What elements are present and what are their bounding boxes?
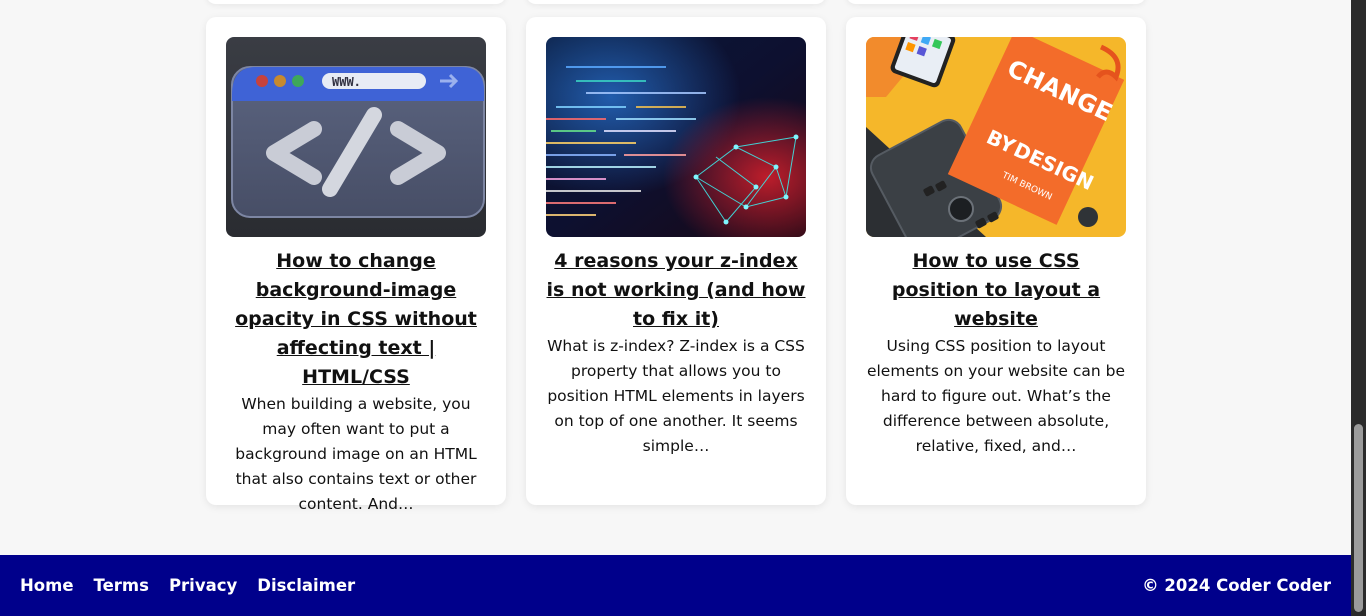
www-text: WWW.: [332, 75, 361, 89]
article-excerpt: When building a website, you may often w…: [235, 395, 477, 513]
article-excerpt: Using CSS position to layout elements on…: [866, 337, 1126, 455]
article-title[interactable]: 4 reasons your z-index is not working (a…: [546, 247, 806, 334]
code-network-illustration: [546, 37, 806, 237]
footer-link-disclaimer[interactable]: Disclaimer: [257, 576, 355, 595]
footer-link-terms[interactable]: Terms: [94, 576, 149, 595]
article-card[interactable]: 4 reasons your z-index is not working (a…: [526, 17, 826, 505]
article-excerpt: What is z-index? Z-index is a CSS proper…: [547, 337, 805, 455]
article-thumbnail-code-network[interactable]: [546, 37, 806, 237]
article-card[interactable]: WWW. How to change background-image opac…: [206, 17, 506, 513]
article-title[interactable]: How to use CSS position to layout a webs…: [866, 247, 1126, 334]
article-thumbnail-design-book[interactable]: CHANGE BY DESIGN TIM BROWN: [866, 37, 1126, 237]
article-cards: WWW. How to change background-image opac…: [206, 17, 1146, 513]
card-stub: [846, 0, 1146, 4]
footer-link-privacy[interactable]: Privacy: [169, 576, 237, 595]
article-thumbnail-code-window[interactable]: WWW.: [226, 37, 486, 237]
article-title[interactable]: How to change background-image opacity i…: [226, 247, 486, 392]
site-footer: Home Terms Privacy Disclaimer © 2024 Cod…: [0, 555, 1351, 616]
design-book-illustration: CHANGE BY DESIGN TIM BROWN: [866, 37, 1126, 237]
footer-nav: Home Terms Privacy Disclaimer: [20, 576, 355, 595]
page: WWW. How to change background-image opac…: [0, 0, 1351, 616]
article-card[interactable]: CHANGE BY DESIGN TIM BROWN How to use CS…: [846, 17, 1146, 505]
code-window-illustration: WWW.: [226, 37, 486, 237]
copyright-text: © 2024 Coder Coder: [1142, 576, 1331, 595]
scrollbar-thumb[interactable]: [1354, 424, 1363, 612]
footer-link-home[interactable]: Home: [20, 576, 74, 595]
card-stub: [526, 0, 826, 4]
card-stub: [206, 0, 506, 4]
page-scrollbar[interactable]: [1351, 0, 1366, 616]
